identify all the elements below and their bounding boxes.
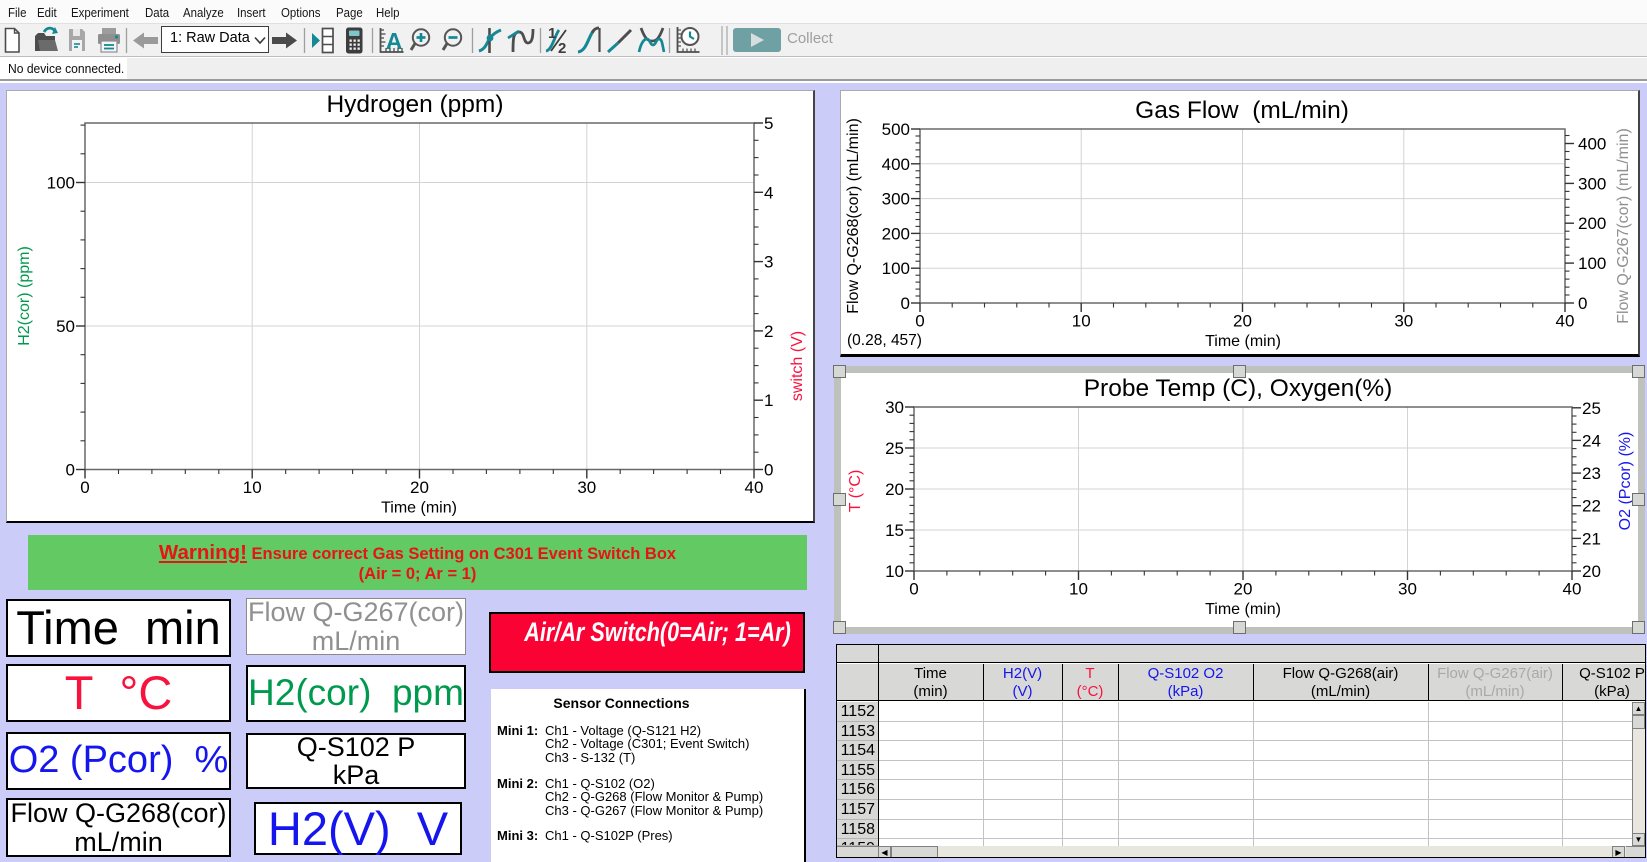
svg-text:5: 5: [764, 114, 773, 133]
svg-text:10: 10: [1072, 312, 1091, 331]
svg-text:30: 30: [885, 398, 904, 417]
svg-text:21: 21: [1582, 529, 1601, 548]
svg-text:25: 25: [885, 439, 904, 458]
svg-text:500: 500: [882, 120, 910, 139]
svg-text:50: 50: [56, 317, 75, 336]
svg-text:20: 20: [1233, 312, 1252, 331]
svg-text:Time (min): Time (min): [1205, 601, 1281, 618]
svg-text:A: A: [386, 28, 403, 54]
svg-text:20: 20: [1234, 580, 1253, 599]
svg-text:200: 200: [1578, 214, 1606, 233]
svg-text:30: 30: [1394, 312, 1413, 331]
svg-text:30: 30: [577, 478, 596, 497]
svg-text:400: 400: [1578, 135, 1606, 154]
svg-text:40: 40: [745, 478, 764, 497]
svg-text:24: 24: [1582, 431, 1601, 450]
svg-text:22: 22: [1582, 497, 1601, 516]
svg-text:0: 0: [80, 478, 89, 497]
svg-text:40: 40: [1556, 312, 1575, 331]
svg-text:1: 1: [548, 25, 556, 42]
svg-text:0: 0: [66, 461, 75, 480]
svg-text:Time (min): Time (min): [381, 500, 457, 517]
svg-text:300: 300: [882, 190, 910, 209]
svg-text:Gas Flow (mL/min): Gas Flow (mL/min): [1135, 97, 1349, 124]
svg-text:10: 10: [243, 478, 262, 497]
svg-text:20: 20: [1582, 562, 1601, 581]
svg-text:Flow Q-G267(cor) (mL/min): Flow Q-G267(cor) (mL/min): [1615, 128, 1632, 324]
svg-text:T (°C): T (°C): [847, 470, 864, 513]
svg-text:0: 0: [909, 580, 918, 599]
svg-text:2: 2: [558, 40, 566, 57]
svg-text:10: 10: [885, 562, 904, 581]
svg-text:200: 200: [882, 224, 910, 243]
svg-text:0: 0: [915, 312, 924, 331]
svg-text:10: 10: [1069, 580, 1088, 599]
svg-text:400: 400: [882, 155, 910, 174]
svg-text:0: 0: [764, 461, 773, 480]
svg-text:Flow Q-G268(cor) (mL/min): Flow Q-G268(cor) (mL/min): [845, 118, 862, 314]
svg-text:100: 100: [882, 259, 910, 278]
svg-text:30: 30: [1398, 580, 1417, 599]
svg-text:20: 20: [885, 480, 904, 499]
svg-text:switch (V): switch (V): [789, 331, 806, 401]
svg-text:Probe Temp (C), Oxygen(%): Probe Temp (C), Oxygen(%): [1084, 375, 1393, 402]
svg-text:25: 25: [1582, 399, 1601, 418]
svg-text:1: 1: [764, 391, 773, 410]
svg-text:20: 20: [410, 478, 429, 497]
svg-text:40: 40: [1563, 580, 1582, 599]
svg-text:(0.28, 457): (0.28, 457): [847, 332, 922, 349]
svg-text:0: 0: [901, 294, 910, 313]
svg-text:4: 4: [764, 183, 773, 202]
svg-text:0: 0: [1578, 294, 1587, 313]
svg-text:23: 23: [1582, 464, 1601, 483]
svg-text:3: 3: [764, 253, 773, 272]
svg-text:O2 (Pcor) (%): O2 (Pcor) (%): [1617, 432, 1634, 531]
svg-text:Hydrogen (ppm): Hydrogen (ppm): [326, 91, 503, 118]
svg-text:H2(cor) (ppm): H2(cor) (ppm): [16, 246, 33, 346]
svg-text:2: 2: [764, 322, 773, 341]
svg-text:Time (min): Time (min): [1205, 333, 1281, 350]
svg-text:15: 15: [885, 521, 904, 540]
svg-text:100: 100: [47, 174, 75, 193]
svg-text:100: 100: [1578, 254, 1606, 273]
svg-text:300: 300: [1578, 174, 1606, 193]
